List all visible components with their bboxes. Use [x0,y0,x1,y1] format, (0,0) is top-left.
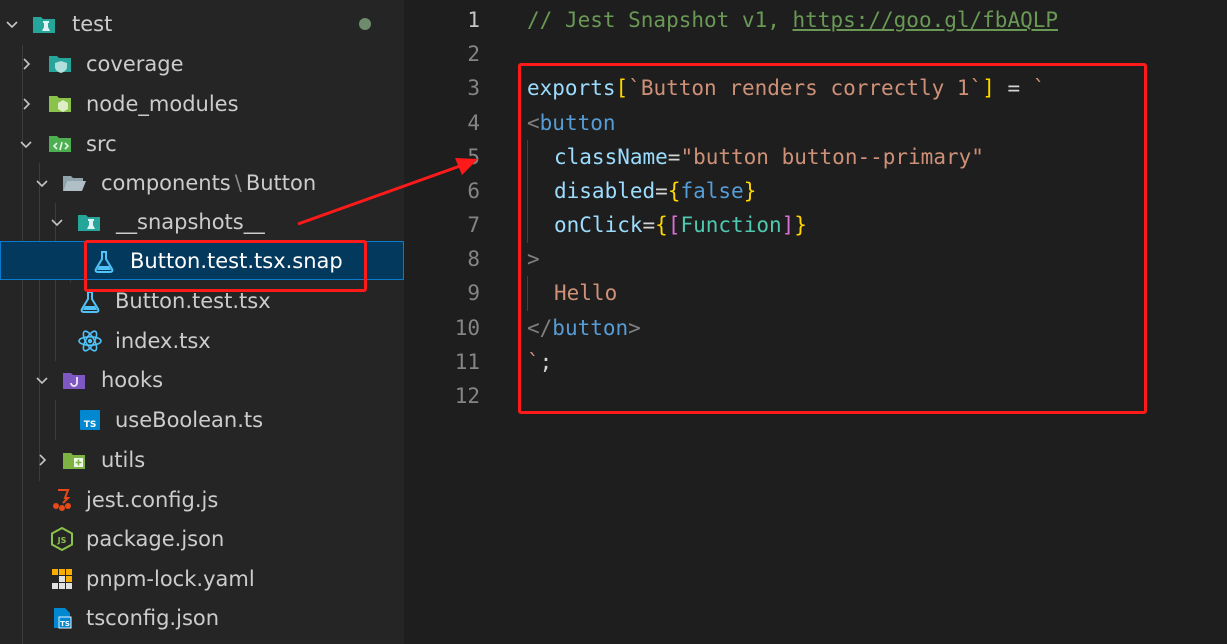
line-number: 2 [467,42,480,66]
coverage-folder-icon [46,50,74,78]
tree-item-label: node_modules [86,91,239,116]
tree-item-useboolean-ts[interactable]: TS useBoolean.ts [0,400,404,439]
line-number: 6 [467,179,480,203]
tree-item-label: tsconfig.json [86,605,220,630]
line-number: 1 [467,8,480,32]
chevron-down-icon[interactable] [17,135,35,153]
tree-item-index-tsx[interactable]: index.tsx [0,321,404,360]
tree-item-label: test [72,11,113,36]
chevron-down-icon[interactable] [3,15,21,33]
tree-item-components-button[interactable]: components \ Button [0,163,404,202]
react-icon [76,327,104,355]
line-number: 4 [467,111,480,135]
tree-item-label: src [86,131,117,156]
chevron-down-icon[interactable] [33,174,51,192]
tree-item-label: coverage [86,51,184,76]
tree-item-coverage[interactable]: coverage [0,44,404,83]
explorer-sidebar: test coverage node_modules src component… [0,0,404,644]
comment-token: // Jest Snapshot v1, [527,8,793,32]
jest-icon [48,486,76,514]
svg-text:JS: JS [57,536,67,545]
line-number: 12 [454,384,480,408]
tree-item-package-json[interactable]: JS package.json [0,519,404,558]
highlight-box-code [518,63,1147,414]
typescript-icon: TS [76,406,104,434]
line-number: 5 [467,145,480,169]
line-number: 8 [467,247,480,271]
line-number: 3 [467,76,480,100]
chevron-right-icon[interactable] [33,451,51,469]
path-separator: \ [234,170,242,195]
folder-name-components: components [101,170,231,195]
line-number: 11 [454,350,480,374]
comment-link[interactable]: https://goo.gl/fbAQLP [793,8,1059,32]
utils-folder-icon [60,446,88,474]
tree-item-label: hooks [101,367,164,392]
tree-item-label: jest.config.js [86,487,219,512]
highlight-box-file [84,240,367,292]
svg-text:TS: TS [84,420,97,430]
tree-item-snapshots[interactable]: __snapshots__ [0,202,404,241]
tree-item-label: useBoolean.ts [115,407,264,432]
pnpm-icon [48,565,76,593]
test-folder-icon [75,208,103,236]
test-folder-icon [30,10,58,38]
svg-text:TS: TS [60,620,70,628]
chevron-down-icon[interactable] [48,213,66,231]
tree-item-label: components \ Button [101,169,316,197]
line-number: 10 [454,316,480,340]
tree-item-hooks[interactable]: hooks [0,360,404,399]
src-folder-icon [46,130,74,158]
code-line-1: // Jest Snapshot v1, https://goo.gl/fbAQ… [527,3,1058,37]
hooks-folder-icon [60,366,88,394]
tree-item-label: __snapshots__ [116,209,265,234]
tree-item-jest-config-js[interactable]: jest.config.js [0,480,404,519]
tree-item-label: package.json [86,526,225,551]
tree-item-pnpm-lock-yaml[interactable]: pnpm-lock.yaml [0,559,404,598]
tree-item-src[interactable]: src [0,124,404,163]
node-folder-icon [46,90,74,118]
line-number: 9 [467,281,480,305]
tree-item-label: utils [101,447,146,472]
line-number: 7 [467,213,480,237]
folder-open-icon [60,169,88,197]
chevron-down-icon[interactable] [33,371,51,389]
chevron-right-icon[interactable] [17,55,35,73]
tree-item-tsconfig-json[interactable]: TS tsconfig.json [0,598,404,637]
tree-item-test[interactable]: test [0,4,404,43]
chevron-right-icon[interactable] [17,95,35,113]
folder-name-button: Button [245,170,317,195]
tree-item-utils[interactable]: utils [0,440,404,479]
nodejs-icon: JS [48,525,76,553]
tree-item-node-modules[interactable]: node_modules [0,84,404,123]
tree-item-label: index.tsx [115,328,211,353]
modified-dot-icon [359,18,371,30]
tsconfig-icon: TS [48,604,76,632]
tree-item-label: pnpm-lock.yaml [86,566,255,591]
